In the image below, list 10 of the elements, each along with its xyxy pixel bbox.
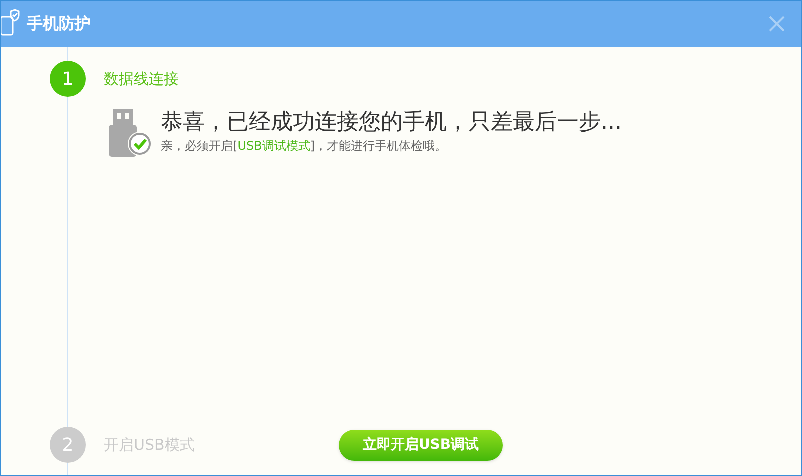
step-label: 数据线连接 [104, 68, 179, 90]
window-title: 手机防护 [27, 13, 91, 35]
close-icon [769, 16, 785, 32]
usb-check-icon [107, 109, 153, 157]
usb-debug-link[interactable]: USB调试模式 [238, 139, 310, 153]
note: 亲，必须开启[USB调试模式]，才能进行手机体检哦。 [161, 138, 448, 155]
enable-usb-debug-button[interactable]: 立即开启USB调试 [339, 430, 503, 460]
close-button[interactable] [767, 14, 787, 34]
headline: 恭喜，已经成功连接您的手机，只差最后一步... [161, 109, 622, 137]
step-number: 1 [50, 61, 86, 97]
